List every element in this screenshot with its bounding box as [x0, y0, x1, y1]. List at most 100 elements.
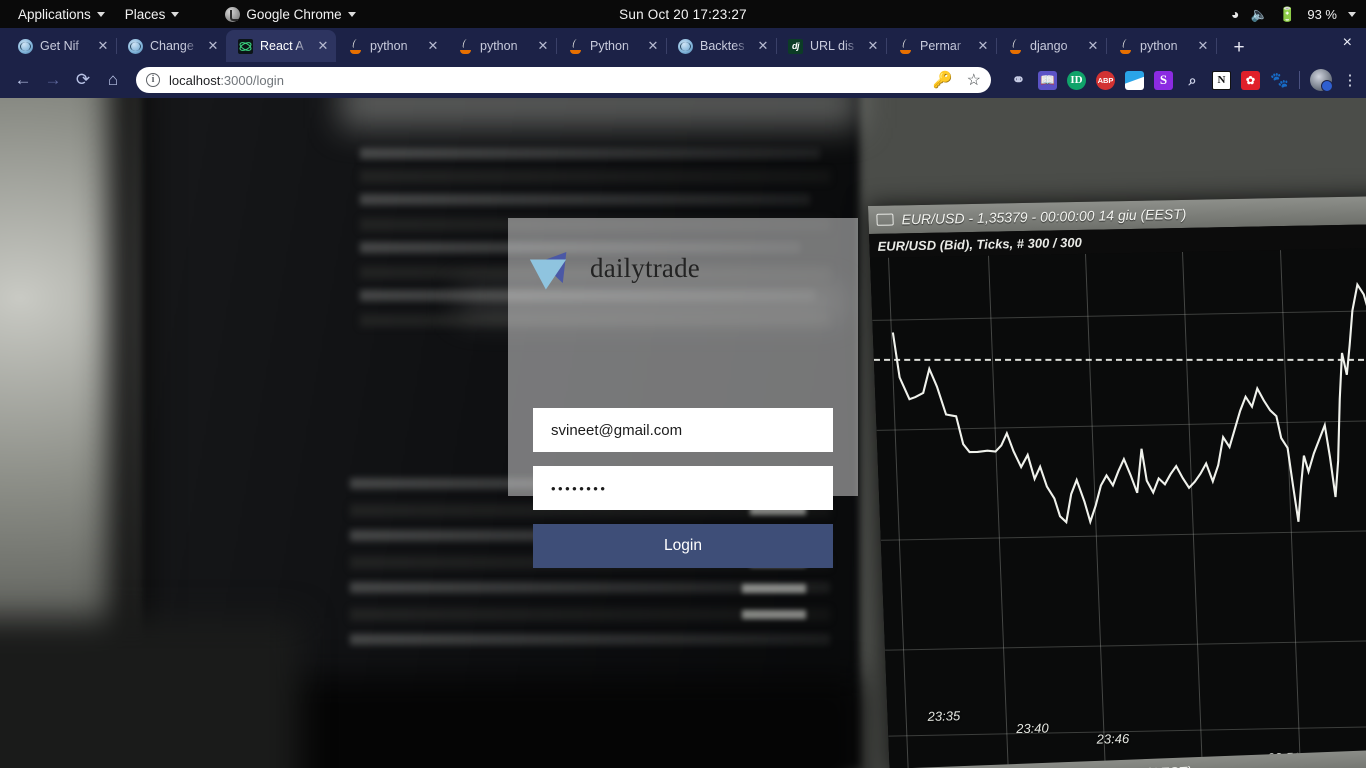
- stackoverflow-icon: [678, 38, 693, 54]
- adblock-plus-icon[interactable]: ABP: [1096, 70, 1115, 90]
- close-icon[interactable]: ✕: [96, 38, 110, 54]
- stackoverflow-icon: [128, 38, 143, 54]
- new-tab-button[interactable]: +: [1226, 34, 1252, 62]
- bg-time-tick-1: 23:40: [1015, 720, 1050, 737]
- tab-title: Permar: [920, 39, 961, 53]
- toolbar-divider: [1299, 71, 1300, 89]
- login-button[interactable]: Login: [533, 524, 833, 568]
- bg-time-tick-0: 23:35: [927, 708, 961, 724]
- password-field[interactable]: ••••••••: [533, 466, 833, 510]
- applications-menu[interactable]: Applications: [8, 0, 115, 28]
- dailytrade-triangle-logo: [529, 244, 580, 290]
- tab-title: Python: [590, 39, 629, 53]
- chevron-down-icon: [171, 11, 180, 17]
- bg-eurusd-chart: 23:35 23:40 23:46 23:51 06/13/14: [869, 247, 1366, 768]
- browser-tab-2-active[interactable]: React A ✕: [226, 30, 336, 62]
- java-icon: [1118, 39, 1133, 54]
- url-host: localhost: [169, 72, 221, 88]
- browser-tab-6[interactable]: Backtes ✕: [666, 30, 777, 62]
- close-icon[interactable]: ✕: [316, 38, 330, 54]
- address-bar-url: localhost:3000/login: [169, 73, 284, 88]
- close-icon[interactable]: ✕: [976, 38, 990, 54]
- browser-tab-1[interactable]: Change ✕: [116, 30, 227, 62]
- chrome-app-menu[interactable]: Google Chrome: [215, 0, 365, 28]
- bg-eurusd-window: EUR/USD - 1,35379 - 00:00:00 14 giu (EES…: [868, 196, 1366, 768]
- chevron-down-icon: [1348, 11, 1356, 17]
- close-icon[interactable]: ✕: [866, 38, 880, 54]
- system-tray[interactable]: ◕ 🔈 🔋 93 %: [1231, 0, 1356, 28]
- browser-tab-8[interactable]: Permar ✕: [886, 30, 997, 62]
- avatar[interactable]: [1310, 69, 1333, 92]
- close-icon[interactable]: ✕: [1196, 38, 1210, 54]
- java-icon: [348, 39, 363, 54]
- notion-icon[interactable]: N: [1212, 70, 1231, 90]
- kebab-menu-icon[interactable]: ⋮: [1342, 73, 1358, 88]
- tab-title: python: [1140, 39, 1178, 53]
- bg-eurusd-title: EUR/USD - 1,35379 - 00:00:00 14 giu (EES…: [901, 205, 1187, 228]
- extensions-bar: ⚭ 📖 ID ABP S ⌕ N ✿ 🐾 ⋮: [999, 69, 1358, 92]
- url-path: :3000/login: [220, 72, 284, 88]
- screenshot-icon[interactable]: [1125, 70, 1144, 90]
- address-bar[interactable]: i localhost:3000/login 🔑 ☆: [136, 67, 991, 93]
- close-icon[interactable]: ✕: [206, 38, 220, 54]
- chevron-down-icon: [96, 11, 105, 17]
- tab-title: URL dis: [810, 39, 854, 53]
- chevron-down-icon: [347, 11, 356, 17]
- brand-name: dailytrade: [590, 252, 700, 283]
- pocket-icon[interactable]: ID: [1067, 70, 1086, 90]
- shield-icon[interactable]: ⚭: [1009, 71, 1028, 90]
- key-icon[interactable]: 🔑: [933, 70, 953, 90]
- info-icon[interactable]: i: [146, 73, 160, 87]
- brand: dailytrade: [508, 218, 858, 290]
- java-icon: [568, 39, 583, 54]
- login-card: dailytrade svineet@gmail.com •••••••• Lo…: [508, 218, 858, 568]
- volume-icon: 🔈: [1250, 6, 1268, 22]
- grammar-icon[interactable]: S: [1154, 70, 1173, 90]
- wifi-icon: ◕: [1231, 6, 1240, 22]
- browser-window: Get Nif ✕ Change ✕ React A ✕ python ✕ py…: [0, 28, 1366, 98]
- forward-button[interactable]: →: [38, 65, 68, 95]
- gnome-icon[interactable]: 🐾: [1270, 71, 1289, 90]
- honey-icon[interactable]: ✿: [1241, 70, 1260, 90]
- browser-tab-3[interactable]: python ✕: [336, 30, 446, 62]
- tab-separator: [1216, 38, 1217, 54]
- browser-toolbar: ← → ⟳ ⌂ i localhost:3000/login 🔑 ☆ ⚭ 📖 I…: [0, 62, 1366, 98]
- window-close-button[interactable]: ×: [1343, 35, 1352, 51]
- back-button[interactable]: ←: [8, 65, 38, 95]
- reload-button[interactable]: ⟳: [68, 65, 98, 95]
- stackoverflow-icon: [18, 38, 33, 54]
- chrome-icon: [225, 6, 241, 22]
- browser-tab-0[interactable]: Get Nif ✕: [6, 30, 117, 62]
- email-field[interactable]: svineet@gmail.com: [533, 408, 833, 452]
- places-menu-label: Places: [124, 6, 166, 22]
- page-viewport: _ ◻ ✕ EUR/USD - 1,35379 - 00:00:00 14 gi…: [0, 98, 1366, 768]
- browser-tab-10[interactable]: python ✕: [1106, 30, 1217, 62]
- close-icon[interactable]: ✕: [1086, 38, 1100, 54]
- tab-title: django: [1030, 39, 1068, 53]
- django-icon: dj: [788, 38, 803, 54]
- close-icon[interactable]: ✕: [756, 38, 770, 54]
- dictionary-icon[interactable]: 📖: [1038, 70, 1057, 90]
- system-clock[interactable]: Sun Oct 20 17:23:27: [0, 7, 1366, 22]
- close-icon[interactable]: ✕: [536, 38, 550, 54]
- tab-title: python: [480, 39, 518, 53]
- browser-tab-9[interactable]: django ✕: [996, 30, 1107, 62]
- tab-strip: Get Nif ✕ Change ✕ React A ✕ python ✕ py…: [0, 28, 1366, 62]
- browser-tab-4[interactable]: python ✕: [446, 30, 557, 62]
- browser-tab-5[interactable]: Python ✕: [556, 30, 667, 62]
- home-button[interactable]: ⌂: [98, 65, 128, 95]
- chart-window-icon: [876, 213, 894, 226]
- tab-title: React A: [260, 39, 304, 53]
- equalizer-icon[interactable]: ⌕: [1183, 71, 1202, 90]
- places-menu[interactable]: Places: [115, 0, 190, 28]
- react-icon: [238, 38, 253, 54]
- battery-percent-label: 93 %: [1307, 6, 1337, 22]
- browser-tab-7[interactable]: dj URL dis ✕: [776, 30, 887, 62]
- star-icon[interactable]: ☆: [967, 70, 981, 90]
- chrome-app-menu-label: Google Chrome: [246, 6, 342, 22]
- java-icon: [458, 39, 473, 54]
- close-icon[interactable]: ✕: [646, 38, 660, 54]
- tab-title: Backtes: [700, 39, 745, 53]
- close-icon[interactable]: ✕: [426, 38, 440, 54]
- java-icon: [1008, 39, 1023, 54]
